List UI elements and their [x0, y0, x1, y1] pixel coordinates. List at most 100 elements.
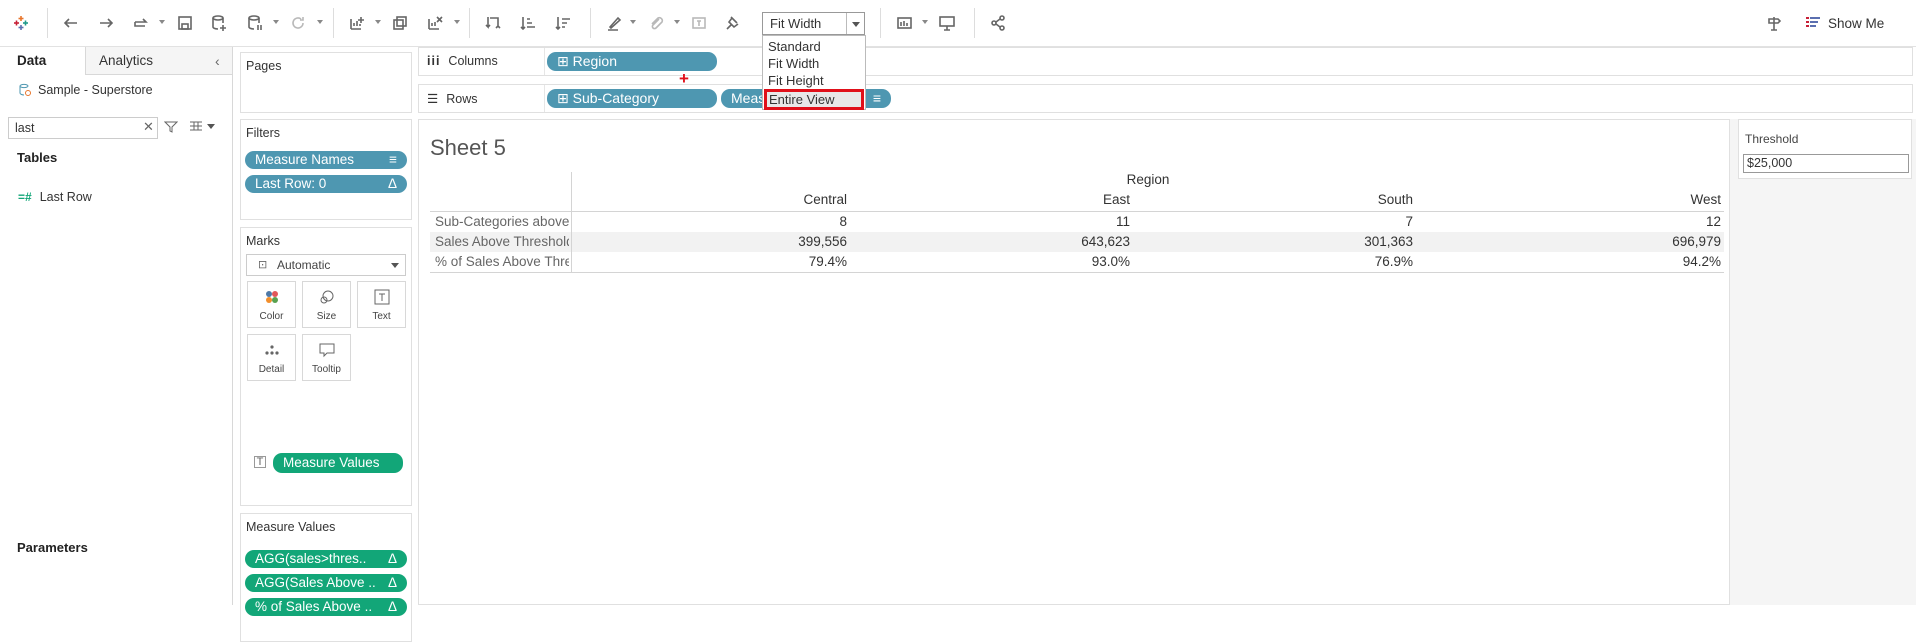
mark-type-select[interactable]: ⊡ Automatic — [246, 254, 406, 276]
clear-sheet-icon[interactable] — [424, 12, 446, 34]
refresh-data-icon[interactable] — [130, 12, 152, 34]
right-pane — [1730, 119, 1916, 605]
group-members-icon[interactable] — [645, 12, 667, 34]
columns-icon: iii — [427, 54, 441, 68]
size-button[interactable]: Size — [302, 281, 351, 328]
parameters-heading: Parameters — [17, 540, 88, 555]
text-button[interactable]: Text — [357, 281, 406, 328]
measure-values-title: Measure Values — [246, 520, 336, 534]
highlight-icon[interactable] — [603, 12, 625, 34]
parameter-title: Threshold — [1745, 132, 1799, 146]
measure-values-card: Measure Values AGG(sales>thres.. Δ AGG(Sa… — [240, 513, 412, 642]
threshold-input[interactable]: $25,000 — [1743, 154, 1909, 173]
rows-label: Rows — [446, 91, 478, 106]
rows-shelf[interactable]: ☰ Rows ⊞ Sub-Category Meas ≡ — [418, 84, 1913, 113]
table-cell[interactable]: 11 — [860, 214, 1130, 229]
table-cell[interactable]: 12 — [1451, 214, 1721, 229]
field-last-row[interactable]: =# Last Row — [18, 190, 92, 204]
detail-button[interactable]: Detail — [247, 334, 296, 381]
column-header-central[interactable]: Central — [577, 192, 847, 207]
measure-pill-2[interactable]: AGG(Sales Above .. Δ — [245, 574, 407, 592]
table-cell[interactable]: 93.0% — [860, 254, 1130, 269]
pause-auto-updates-icon[interactable] — [244, 12, 266, 34]
fit-option-fit-width[interactable]: Fit Width — [763, 55, 865, 72]
filter-pill-last-row[interactable]: Last Row: 0 Δ — [245, 175, 407, 193]
marks-pill-measure-values[interactable]: Measure Values — [273, 453, 403, 473]
tab-analytics[interactable]: Analytics — [99, 47, 153, 75]
color-icon — [248, 289, 295, 305]
worksheet-canvas: Sheet 5 Region Central East South West S… — [418, 119, 1730, 605]
calculated-field-icon: =# — [18, 190, 32, 204]
fit-option-entire-view[interactable]: Entire View — [764, 89, 864, 110]
delta-icon: Δ — [387, 551, 397, 566]
drop-target-plus-icon: + — [679, 69, 689, 88]
measure-pill-1[interactable]: AGG(sales>thres.. Δ — [245, 550, 407, 568]
columns-shelf[interactable]: iii Columns ⊞ Region — [418, 47, 1913, 76]
show-me-button[interactable]: Show Me — [1804, 14, 1884, 32]
duplicate-sheet-icon[interactable] — [389, 12, 411, 34]
table-cell[interactable]: 94.2% — [1451, 254, 1721, 269]
fit-option-fit-height[interactable]: Fit Height — [763, 72, 865, 89]
table-cell[interactable]: 301,363 — [1143, 234, 1413, 249]
size-icon — [303, 289, 350, 305]
data-pane: Data Analytics ‹ Sample - Superstore las… — [0, 47, 233, 605]
column-header-south[interactable]: South — [1143, 192, 1413, 207]
column-header-east[interactable]: East — [860, 192, 1130, 207]
show-mark-labels-icon[interactable] — [688, 12, 710, 34]
tableau-logo-icon[interactable] — [10, 12, 32, 34]
delta-icon: Δ — [387, 575, 397, 590]
table-cell[interactable]: 76.9% — [1143, 254, 1413, 269]
table-cell[interactable]: 8 — [577, 214, 847, 229]
table-cell[interactable]: 696,979 — [1451, 234, 1721, 249]
columns-shelf-label: iii Columns — [427, 54, 498, 68]
tab-data[interactable]: Data — [0, 47, 86, 75]
collapse-pane-icon[interactable]: ‹ — [215, 47, 220, 75]
color-button[interactable]: Color — [247, 281, 296, 328]
list-icon: ≡ — [389, 152, 397, 167]
chevron-down-icon[interactable] — [846, 13, 864, 34]
filter-pill-measure-names[interactable]: Measure Names ≡ — [245, 151, 407, 169]
fix-axes-icon[interactable] — [722, 12, 744, 34]
redo-icon[interactable] — [95, 12, 117, 34]
data-source[interactable]: Sample - Superstore — [18, 83, 153, 97]
run-update-icon[interactable] — [287, 12, 309, 34]
undo-icon[interactable] — [60, 12, 82, 34]
tooltip-button[interactable]: Tooltip — [302, 334, 351, 381]
row-header[interactable]: Sub-Categories above.. — [435, 214, 569, 229]
fit-dropdown[interactable]: Fit Width — [762, 12, 865, 35]
rows-icon: ☰ — [427, 92, 439, 106]
tables-heading: Tables — [17, 150, 58, 165]
measure-pill-label: AGG(sales>thres.. — [255, 551, 367, 566]
mark-type-label: Automatic — [277, 258, 331, 272]
save-icon[interactable] — [174, 12, 196, 34]
row-header[interactable]: % of Sales Above Thre.. — [435, 254, 569, 269]
rows-pill-sub-category[interactable]: ⊞ Sub-Category — [547, 89, 717, 108]
row-header[interactable]: Sales Above Threshold — [435, 234, 569, 249]
column-header-west[interactable]: West — [1451, 192, 1721, 207]
presentation-mode-icon[interactable] — [936, 12, 958, 34]
table-cell[interactable]: 399,556 — [577, 234, 847, 249]
view-options-icon[interactable] — [189, 121, 215, 131]
sort-descending-icon[interactable] — [552, 12, 574, 34]
new-worksheet-icon[interactable] — [346, 12, 368, 34]
size-label: Size — [316, 311, 337, 322]
new-data-source-icon[interactable] — [208, 12, 230, 34]
table-cell[interactable]: 7 — [1143, 214, 1413, 229]
share-icon[interactable] — [987, 12, 1009, 34]
sheet-title: Sheet 5 — [430, 135, 506, 160]
columns-pill-region[interactable]: ⊞ Region — [547, 52, 717, 71]
rows-pill-label: Meas — [731, 90, 766, 106]
fit-dropdown-menu: Standard Fit Width Fit Height Entire Vie… — [762, 35, 866, 110]
toggle-panes-icon[interactable] — [1763, 12, 1785, 34]
table-cell[interactable]: 643,623 — [860, 234, 1130, 249]
filter-fields-icon[interactable] — [163, 120, 179, 137]
fit-option-standard[interactable]: Standard — [763, 38, 865, 55]
search-input[interactable]: last — [8, 117, 158, 139]
show-cards-icon[interactable] — [894, 12, 916, 34]
sort-ascending-icon[interactable] — [517, 12, 539, 34]
table-cell[interactable]: 79.4% — [577, 254, 847, 269]
swap-rows-columns-icon[interactable] — [482, 12, 504, 34]
measure-pill-3[interactable]: % of Sales Above .. Δ — [245, 598, 407, 616]
clear-search-icon[interactable]: ✕ — [143, 119, 154, 135]
pages-card[interactable]: Pages — [240, 52, 412, 113]
